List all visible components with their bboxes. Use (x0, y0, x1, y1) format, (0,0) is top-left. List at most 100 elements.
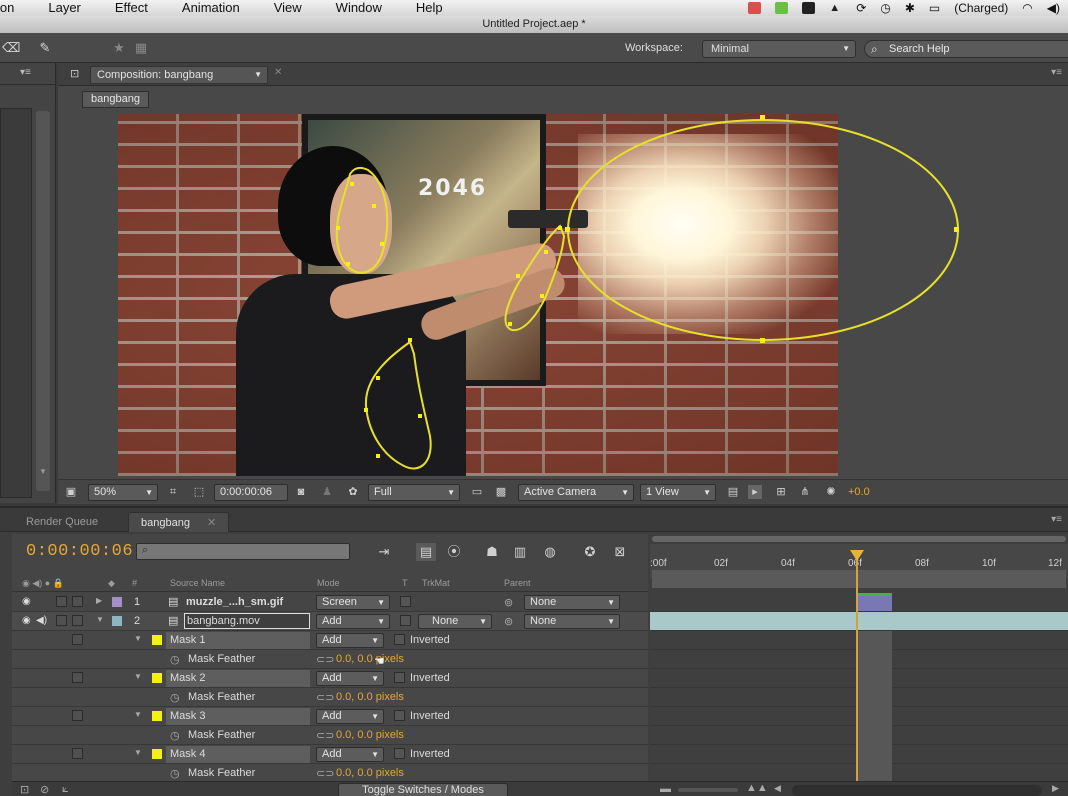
scrollbar[interactable] (36, 111, 50, 491)
mask-feather-value[interactable]: 0.0, 0.0 pixels (336, 653, 404, 665)
lock-switch[interactable] (72, 615, 83, 626)
toggle-switches-modes-button[interactable]: Toggle Switches / Modes (338, 783, 508, 796)
resolution-select[interactable]: Full ▼ (368, 484, 460, 501)
close-icon[interactable]: ✕ (274, 67, 282, 78)
mask-feather-row[interactable]: ◷ Mask Feather ⊂⊃ 0.0, 0.0 pixels (12, 726, 648, 745)
eraser-icon[interactable]: ⌫ (2, 40, 20, 56)
stopwatch-icon[interactable]: ◷ (170, 691, 180, 704)
bluetooth-icon[interactable]: ✱ (905, 1, 915, 15)
exposure-value[interactable]: +0.0 (848, 486, 870, 498)
track-matte-select[interactable]: None ▼ (418, 614, 492, 629)
region-of-interest-icon[interactable]: ▭ (470, 485, 484, 499)
panel-menu-icon[interactable]: ▾≡ (0, 63, 55, 85)
mask-color[interactable] (152, 749, 162, 759)
preserve-transparency-toggle[interactable] (400, 615, 411, 626)
brainstorm-icon[interactable]: ✪ (580, 543, 600, 561)
layer-name-input[interactable]: bangbang.mov (184, 613, 310, 629)
timeline-current-time[interactable]: 0:00:00:06 (26, 542, 133, 561)
chevron-down-icon[interactable]: ▼ (134, 634, 142, 643)
zoom-slider[interactable] (678, 788, 738, 792)
inverted-checkbox[interactable] (394, 634, 405, 645)
stopwatch-icon[interactable]: ◷ (170, 653, 180, 666)
exposure-icon[interactable]: ✺ (824, 485, 838, 499)
star-icon[interactable]: ★ (110, 40, 128, 56)
zoom-in-icon[interactable]: ▲▲ (746, 782, 768, 794)
mask-feather-value[interactable]: 0.0, 0.0 pixels (336, 729, 404, 741)
menu-item-layer[interactable]: Layer (48, 0, 81, 16)
current-time-indicator[interactable] (856, 552, 858, 782)
pickwhip-icon[interactable]: ⊚ (504, 596, 513, 609)
menu-item-effect[interactable]: Effect (115, 0, 148, 16)
battery-icon[interactable]: ▭ (929, 1, 940, 15)
shy-icon[interactable]: ☗ (482, 543, 502, 561)
lock-switch[interactable] (72, 710, 83, 721)
inverted-checkbox[interactable] (394, 748, 405, 759)
current-time-display[interactable]: 0:00:00:06 (214, 484, 288, 501)
tab-render-queue[interactable]: Render Queue (14, 512, 110, 532)
composition-breadcrumb[interactable]: bangbang (82, 91, 149, 108)
tab-bangbang[interactable]: bangbang ✕ (128, 512, 230, 532)
inverted-checkbox[interactable] (394, 710, 405, 721)
snapshot-icon[interactable]: ◙ (294, 485, 308, 499)
audio-icon[interactable]: ◀) (36, 615, 47, 626)
work-area-bar[interactable] (652, 570, 1066, 588)
record-icon[interactable] (802, 2, 816, 14)
source-name-header[interactable]: Source Name (170, 578, 225, 588)
grid-icon[interactable]: ⌗ (166, 485, 180, 499)
flag-icon[interactable]: ▲ (829, 2, 842, 14)
solo-switch[interactable] (56, 615, 67, 626)
preserve-transparency-toggle[interactable] (400, 596, 411, 607)
view-layout-select[interactable]: 1 View ▼ (640, 484, 716, 501)
transparency-grid-icon[interactable]: ▩ (494, 485, 508, 499)
menu-item-animation[interactable]: Animation (182, 0, 240, 16)
layer-name[interactable]: muzzle_...h_sm.gif (186, 596, 283, 608)
parent-select[interactable]: None ▼ (524, 595, 620, 610)
eye-icon[interactable]: ◉ (22, 615, 31, 626)
frame-blending-icon[interactable]: ▥ (510, 543, 530, 561)
stopwatch-icon[interactable]: ◷ (170, 767, 180, 780)
scroll-right-icon[interactable]: ▶ (1052, 783, 1059, 794)
zoom-out-icon[interactable]: ▬ (660, 783, 671, 795)
menu-item-view[interactable]: View (274, 0, 302, 16)
time-navigator[interactable] (652, 536, 1066, 542)
mask-name[interactable]: Mask 1 (170, 634, 205, 646)
keyframe-icon[interactable]: ▦ (132, 40, 150, 56)
mask-color[interactable] (152, 673, 162, 683)
evernote-icon[interactable] (775, 2, 789, 14)
mask-feather-row[interactable]: ◷ Mask Feather ⊂⊃ 0.0, 0.0 pixels (12, 688, 648, 707)
lock-switch[interactable] (72, 634, 83, 645)
timeline-graph[interactable]: :00f 02f 04f 06f 08f 10f 12f (650, 534, 1068, 783)
mask-mode-select[interactable]: Add ▼ (316, 747, 384, 762)
menu-item-help[interactable]: Help (416, 0, 443, 16)
camera-select[interactable]: Active Camera ▼ (518, 484, 634, 501)
inverted-checkbox[interactable] (394, 672, 405, 683)
menu-item-window[interactable]: Window (336, 0, 382, 16)
chevron-down-icon[interactable]: ▼ (134, 672, 142, 681)
mask-feather-value[interactable]: 0.0, 0.0 pixels (336, 767, 404, 779)
motion-blur-icon[interactable]: ◍ (540, 543, 560, 561)
show-snapshot-icon[interactable]: ♟ (320, 485, 334, 499)
layer-2-duration-bar[interactable] (650, 612, 1068, 631)
chevron-down-icon[interactable]: ▼ (96, 615, 104, 624)
in-out-icon[interactable]: ⟀ (62, 783, 69, 796)
label-color[interactable] (112, 616, 122, 626)
clock-icon[interactable]: ◷ (880, 1, 890, 15)
composition-tab[interactable]: Composition: bangbang ▼ (90, 66, 268, 84)
mask-feather-value[interactable]: 0.0, 0.0 pixels (336, 691, 404, 703)
menu-item-animation-partial[interactable]: ion (0, 0, 14, 16)
chevron-down-icon[interactable]: ▼ (134, 710, 142, 719)
comp-button-icon[interactable]: ⊡ (20, 783, 29, 796)
constrain-link-icon[interactable]: ⊂⊃ (316, 691, 334, 704)
blend-mode-select[interactable]: Screen ▼ (316, 595, 390, 610)
mask-row[interactable]: ▼ Mask 2 Add ▼ Inverted (12, 669, 648, 688)
mask-mode-select[interactable]: Add ▼ (316, 709, 384, 724)
label-color[interactable] (112, 597, 122, 607)
mask-color[interactable] (152, 711, 162, 721)
puppet-pin-icon[interactable]: ✎ (36, 40, 54, 56)
layer-search-input[interactable]: ⌕ (136, 543, 350, 560)
chevron-down-icon[interactable]: ▼ (134, 748, 142, 757)
graph-editor-icon[interactable]: ⊠ (610, 543, 630, 561)
stopwatch-icon[interactable]: ◷ (170, 729, 180, 742)
layer-1-duration-bar[interactable] (858, 594, 892, 611)
fast-previews-icon[interactable]: ▸ (748, 485, 762, 499)
